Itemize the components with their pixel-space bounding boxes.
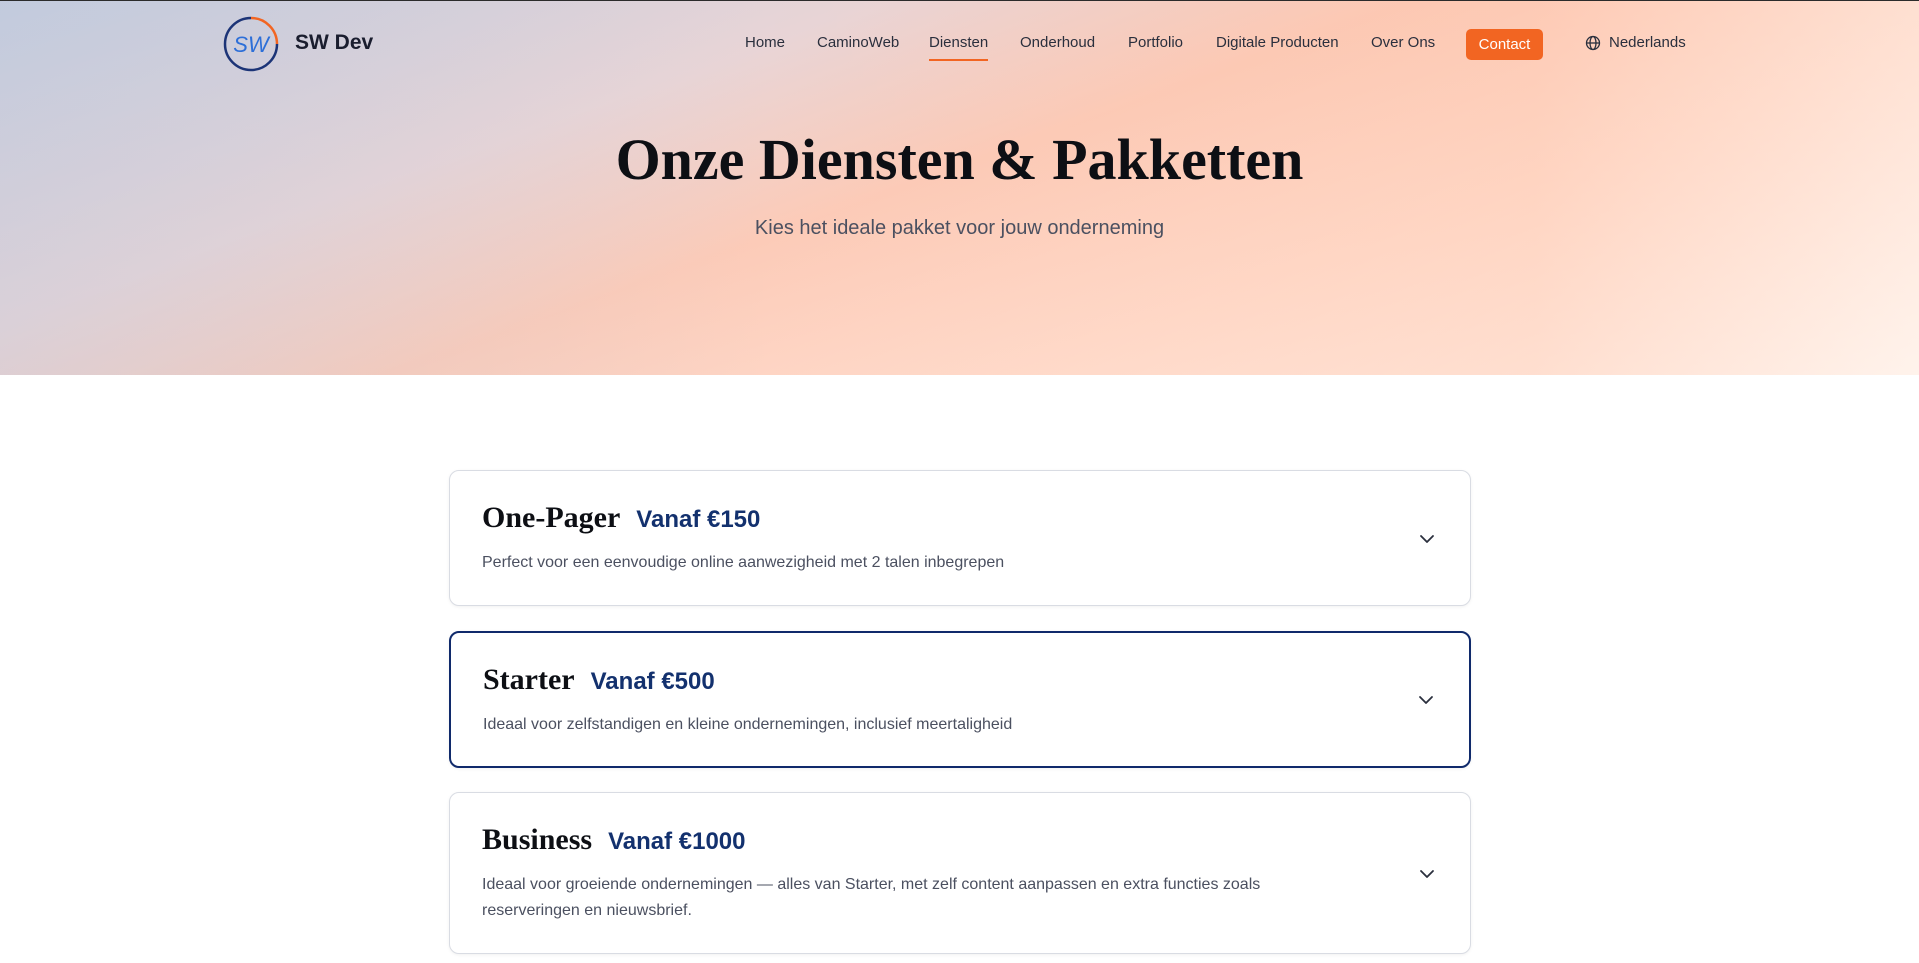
language-label: Nederlands [1609,34,1686,51]
nav-portfolio[interactable]: Portfolio [1128,34,1183,51]
nav-digitale-producten[interactable]: Digitale Producten [1216,34,1339,51]
package-name: Starter [483,663,575,696]
package-description: Ideaal voor groeiende ondernemingen — al… [482,876,1261,919]
nav-caminoweb[interactable]: CaminoWeb [817,34,899,51]
package-description: Ideaal voor zelfstandigen en kleine onde… [483,716,1013,733]
nav-diensten[interactable]: Diensten [929,34,989,61]
chevron-down-icon[interactable] [1418,530,1436,548]
package-card-starter[interactable]: Starter Vanaf €500 Ideaal voor zelfstand… [449,631,1471,768]
package-header: Business Vanaf €1000 [482,823,746,857]
svg-text:SW: SW [233,32,271,57]
package-name: One-Pager [482,501,621,534]
logo-icon[interactable]: SW [223,16,279,72]
package-price: Vanaf €1000 [608,828,746,855]
brand-name[interactable]: SW Dev [295,31,373,55]
package-name: Business [482,823,593,856]
package-header: Starter Vanaf €500 [483,663,715,697]
package-card-one-pager[interactable]: One-Pager Vanaf €150 Perfect voor een ee… [449,470,1471,606]
package-description: Perfect voor een eenvoudige online aanwe… [482,554,1005,571]
chevron-down-icon[interactable] [1417,691,1435,709]
globe-icon [1585,35,1601,50]
package-header: One-Pager Vanaf €150 [482,501,760,535]
nav-onderhoud[interactable]: Onderhoud [1020,34,1095,51]
package-card-business[interactable]: Business Vanaf €1000 Ideaal voor groeien… [449,792,1471,954]
page-subtitle: Kies het ideale pakket voor jouw onderne… [754,217,1165,239]
nav-over-ons[interactable]: Over Ons [1371,34,1435,51]
language-selector[interactable]: Nederlands [1585,34,1686,51]
package-price: Vanaf €150 [636,506,761,533]
contact-button[interactable]: Contact [1466,29,1543,60]
page-title: Onze Diensten & Pakketten [615,127,1304,192]
top-navigation: SW SW Dev Home CaminoWeb Diensten Onderh… [0,0,1919,90]
package-price: Vanaf €500 [590,668,715,695]
chevron-down-icon[interactable] [1418,865,1436,883]
nav-home[interactable]: Home [745,34,785,51]
